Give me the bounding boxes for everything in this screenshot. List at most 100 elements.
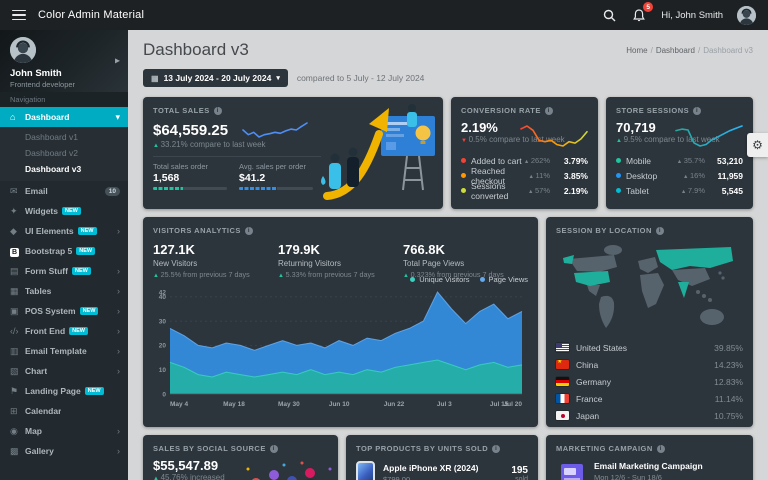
chevron-right-icon: › (117, 426, 120, 436)
table-icon: ▦ (10, 286, 25, 297)
sidebar-item-email[interactable]: ✉Email10 (0, 181, 128, 201)
sidebar-item-label: POS System (25, 306, 76, 316)
chevron-right-icon: › (117, 306, 120, 316)
sidebar-item-calendar[interactable]: ⊞Calendar (0, 401, 128, 421)
sidebar-item-label: UI Elements (25, 226, 74, 236)
legend-item-unique-visitors[interactable]: Unique Visitors (410, 275, 469, 284)
country-percent: 39.85% (714, 343, 743, 353)
sidebar-item-dashboard-v1[interactable]: Dashboard v1 (0, 129, 128, 145)
country-percent: 11.14% (715, 394, 743, 404)
campaign-row: Email Marketing Campaign Mon 12/6 - Sun … (556, 461, 743, 480)
flag-icon-fr (556, 394, 569, 403)
flag-icon-us (556, 343, 569, 352)
sidebar-item-landing-page[interactable]: ⚑Landing PageNEW (0, 381, 128, 401)
country-row-france: France 11.14% (556, 390, 743, 407)
card-title: SALES BY SOCIAL SOURCE (153, 444, 266, 453)
product-qty-label: sold (511, 476, 528, 480)
info-icon[interactable] (657, 445, 665, 453)
sales-by-social-source-card: SALES BY SOCIAL SOURCE $55,547.89 45.76%… (143, 435, 338, 480)
info-icon[interactable] (245, 227, 253, 235)
sidebar-item-ui-elements[interactable]: ◆UI ElementsNEW› (0, 221, 128, 241)
sidebar-item-dashboard-v3[interactable]: Dashboard v3 (0, 161, 128, 177)
metric-change: 11% (529, 171, 550, 180)
info-icon[interactable] (545, 107, 553, 115)
metric-change: 7.9% (681, 186, 705, 195)
sidebar-submenu: Dashboard v1Dashboard v2Dashboard v3 (0, 127, 128, 181)
card-title: MARKETING CAMPAIGN (556, 444, 653, 453)
card-title: TOTAL SALES (153, 106, 210, 115)
sidebar-item-label: Email (25, 186, 48, 196)
total-page-views-stat: 766.8K Total Page Views 0.323% from prev… (403, 242, 528, 279)
bootstrap-icon: B (10, 248, 19, 257)
menu-toggle-icon[interactable] (12, 10, 26, 21)
info-icon[interactable] (656, 227, 664, 235)
sidebar-item-email-template[interactable]: ▥Email Template› (0, 341, 128, 361)
sidebar-profile[interactable]: John Smith Frontend developer ▸ (0, 30, 128, 92)
metric-change: 57% (528, 186, 550, 195)
svg-text:42: 42 (159, 289, 167, 296)
sidebar-item-form-stuff[interactable]: ▤Form StuffNEW› (0, 261, 128, 281)
info-icon[interactable] (693, 107, 701, 115)
info-icon[interactable] (492, 445, 500, 453)
breadcrumb-item[interactable]: Home (626, 46, 647, 55)
stat-value: 766.8K (403, 242, 528, 257)
sidebar-item-dashboard-v2[interactable]: Dashboard v2 (0, 145, 128, 161)
sidebar-item-label: Chart (25, 366, 47, 376)
sidebar-item-label: Front End (25, 326, 65, 336)
country-name: France (576, 394, 708, 404)
metric-value: 53,210 (711, 156, 743, 166)
country-name: Germany (576, 377, 707, 387)
main-content: Dashboard v3 Home/Dashboard/Dashboard v3… (128, 30, 768, 480)
sidebar-item-pos-system[interactable]: ▣POS System NEW › (0, 301, 128, 321)
sidebar: John Smith Frontend developer ▸ Navigati… (0, 30, 128, 480)
info-icon[interactable] (270, 445, 278, 453)
search-icon[interactable] (601, 7, 617, 23)
chart-icon: ▧ (10, 366, 25, 377)
card-title: SESSION BY LOCATION (556, 226, 652, 235)
home-icon: ⌂ (10, 112, 25, 122)
user-greeting: Hi, John Smith (661, 10, 723, 21)
series-dot (461, 158, 466, 163)
sidebar-item-label: Map (25, 426, 42, 436)
nav-section-label: Navigation (0, 92, 128, 107)
sidebar-item-map[interactable]: ◉Map› (0, 421, 128, 441)
product-price: $799.00 (383, 475, 503, 480)
pos-icon: ▣ (10, 306, 25, 317)
svg-text:30: 30 (159, 318, 167, 325)
sidebar-item-front-end[interactable]: ‹/›Front EndNEW› (0, 321, 128, 341)
notifications-icon[interactable]: 5 (631, 7, 647, 23)
avatar[interactable] (737, 6, 756, 25)
theme-settings-button[interactable]: ⚙ (747, 133, 768, 157)
legend-item-page-views[interactable]: Page Views (480, 275, 528, 284)
sidebar-item-widgets[interactable]: ✦WidgetsNEW (0, 201, 128, 221)
stat-value: 179.9K (278, 242, 403, 257)
sidebar-item-bootstrap-5[interactable]: BBootstrap 5NEW (0, 241, 128, 261)
new-badge: NEW (80, 307, 99, 315)
sidebar-item-gallery[interactable]: ▩Gallery› (0, 441, 128, 461)
session-by-location-card: SESSION BY LOCATION (546, 217, 753, 427)
country-percent: 12.83% (714, 377, 743, 387)
date-range-button[interactable]: ▦ 13 July 2024 - 20 July 2024 ▾ (143, 69, 288, 87)
svg-text:Jul 3: Jul 3 (437, 401, 452, 408)
metric-change: 16% (683, 171, 705, 180)
metric-label: Tablet (626, 186, 681, 196)
envelope-icon: ✉ (10, 186, 25, 197)
sidebar-item-dashboard[interactable]: ⌂Dashboard▾ (0, 107, 128, 127)
stat-value: 1,568 (153, 172, 239, 184)
campaign-illustration (556, 461, 586, 480)
sidebar-item-label: Tables (25, 286, 51, 296)
series-dot (616, 188, 621, 193)
growth-illustration (319, 102, 441, 202)
stat-label: Total sales order (153, 162, 239, 171)
stat-value: $41.2 (239, 172, 325, 184)
sidebar-item-tables[interactable]: ▦Tables› (0, 281, 128, 301)
breadcrumb-item[interactable]: Dashboard (656, 46, 695, 55)
chevron-right-icon[interactable]: ▸ (115, 56, 120, 67)
form-icon: ▤ (10, 266, 25, 277)
info-icon[interactable] (214, 107, 222, 115)
template-icon: ▥ (10, 346, 25, 357)
total-sales-sparkline (242, 120, 308, 140)
notification-count-badge: 5 (643, 2, 653, 12)
metric-change: 262% (524, 156, 550, 165)
sidebar-item-chart[interactable]: ▧Chart› (0, 361, 128, 381)
